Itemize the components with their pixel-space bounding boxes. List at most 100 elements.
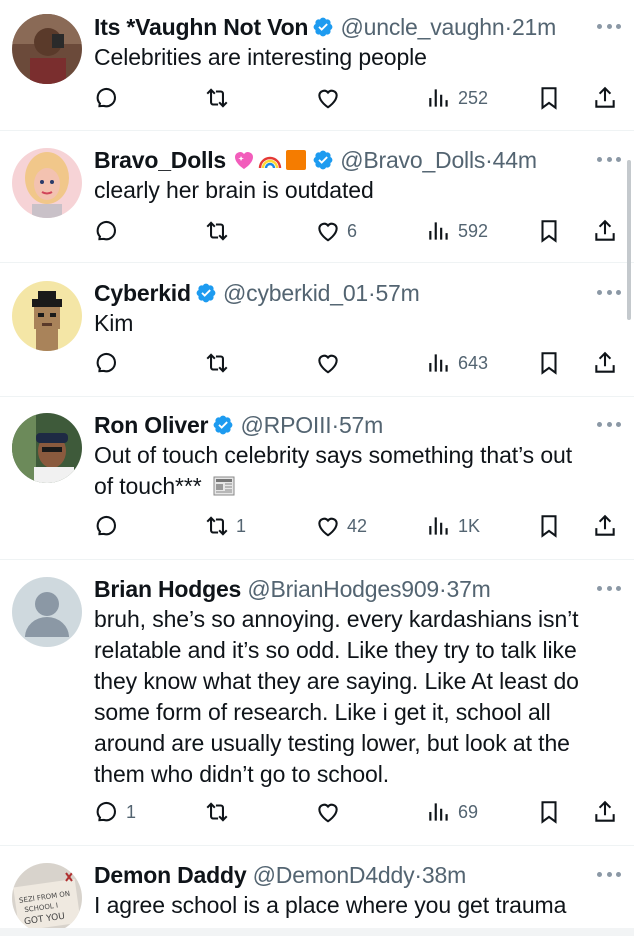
handle[interactable]: @uncle_vaughn — [340, 14, 504, 40]
tweet[interactable]: Brian Hodges @BrianHodges909·37m bruh, s… — [0, 560, 634, 846]
more-icon[interactable] — [596, 278, 622, 306]
like-icon — [318, 517, 338, 537]
handle[interactable]: @BrianHodges909 — [247, 576, 439, 602]
views-icon — [429, 89, 448, 107]
retweet-button[interactable] — [204, 216, 236, 246]
views-button[interactable]: 69 — [426, 797, 478, 827]
display-name[interactable]: Demon Daddy — [94, 862, 247, 888]
share-button[interactable] — [592, 348, 618, 378]
views-icon — [429, 222, 448, 240]
tweet-text-line: clearly her brain is outdated — [94, 177, 374, 203]
reply-button[interactable]: 1 — [94, 797, 136, 827]
display-name[interactable]: Brian Hodges — [94, 576, 241, 602]
avatar[interactable]: SEZI FROM ON SCHOOL I GOT YOU — [12, 863, 82, 933]
display-name[interactable]: Cyberkid — [94, 280, 191, 306]
like-button[interactable] — [315, 83, 347, 113]
timestamp[interactable]: 57m — [339, 412, 383, 438]
more-icon[interactable] — [596, 574, 622, 602]
retweet-count: 1 — [236, 515, 247, 536]
retweet-icon — [206, 88, 228, 108]
reply-button[interactable] — [94, 83, 126, 113]
tweet[interactable]: Its *Vaughn Not Von @uncle_vaughn·21m Ce… — [0, 0, 634, 131]
display-name[interactable]: Bravo_Dolls — [94, 147, 226, 173]
avatar[interactable] — [12, 413, 82, 483]
bookmark-icon — [541, 352, 557, 375]
retweet-button[interactable] — [204, 348, 236, 378]
share-button[interactable] — [592, 511, 618, 541]
tweet[interactable]: Bravo_Dolls @Bravo_Dolls·44m clearly her… — [0, 131, 634, 263]
retweet-button[interactable]: 1 — [204, 511, 246, 541]
next-tweet-edge — [0, 928, 634, 936]
tweet-text: Kim — [94, 308, 622, 339]
views-button[interactable]: 1K — [426, 511, 480, 541]
tweet-text-line: Celebrities are interesting people — [94, 44, 427, 70]
tweet-text-line: around are usually testing lower, but lo… — [94, 730, 570, 756]
like-icon — [318, 222, 338, 242]
like-button[interactable]: 6 — [315, 216, 357, 246]
like-button[interactable] — [315, 797, 347, 827]
handle[interactable]: @DemonD4ddy — [253, 862, 415, 888]
reply-feed: Its *Vaughn Not Von @uncle_vaughn · 21m Ce… — [0, 0, 634, 936]
views-count: 69 — [458, 801, 479, 822]
verified-badge-icon — [196, 283, 216, 303]
separator-dot: · — [331, 412, 339, 438]
handle[interactable]: @RPOIII — [241, 412, 332, 438]
bookmark-icon — [541, 515, 557, 538]
retweet-button[interactable] — [204, 797, 236, 827]
timestamp[interactable]: 38m — [422, 862, 466, 888]
views-button[interactable]: 643 — [426, 348, 488, 378]
more-icon[interactable] — [596, 12, 622, 40]
avatar[interactable] — [12, 148, 82, 218]
bookmark-icon — [541, 801, 557, 824]
tweet-text: I agree school is a place where you get … — [94, 890, 622, 921]
share-icon — [595, 351, 615, 373]
avatar[interactable] — [12, 577, 82, 647]
more-icon[interactable] — [596, 410, 622, 438]
more-icon[interactable] — [596, 860, 622, 888]
reply-button[interactable] — [94, 511, 126, 541]
timestamp[interactable]: 21m — [512, 14, 556, 40]
timestamp[interactable]: 57m — [375, 280, 419, 306]
timestamp[interactable]: 37m — [447, 576, 491, 602]
views-button[interactable]: 252 — [426, 83, 488, 113]
display-name[interactable]: Its *Vaughn Not Von — [94, 14, 308, 40]
retweet-button[interactable] — [204, 83, 236, 113]
timestamp[interactable]: 44m — [493, 147, 537, 173]
tweet-text: bruh, she’s so annoying. every kardashia… — [94, 604, 622, 790]
tweet[interactable]: Cyberkid @cyberkid_01·57m Kim 643 — [0, 263, 634, 397]
like-count: 42 — [347, 515, 368, 536]
more-icon[interactable] — [596, 145, 622, 173]
like-button[interactable]: 42 — [315, 511, 367, 541]
bookmark-button[interactable] — [536, 216, 562, 246]
bookmark-button[interactable] — [536, 348, 562, 378]
rainbow-emoji — [258, 156, 282, 169]
share-icon — [595, 514, 615, 536]
avatar[interactable] — [12, 281, 82, 351]
views-icon — [429, 517, 448, 535]
tweet-text-line: Kim — [94, 310, 134, 336]
scrollbar[interactable] — [627, 160, 631, 320]
reply-button[interactable] — [94, 216, 126, 246]
views-count: 1K — [458, 515, 481, 536]
display-name[interactable]: Ron Oliver — [94, 412, 209, 438]
share-icon — [595, 219, 615, 241]
share-button[interactable] — [592, 83, 618, 113]
separator-dot: · — [485, 147, 493, 173]
share-button[interactable] — [592, 797, 618, 827]
like-button[interactable] — [315, 348, 347, 378]
tweet[interactable]: SEZI FROM ON SCHOOL I GOT YOU Demon Daddy … — [0, 846, 634, 936]
bookmark-icon — [541, 220, 557, 243]
reply-button[interactable] — [94, 348, 126, 378]
share-button[interactable] — [592, 216, 618, 246]
tweet-text-line: them who didn’t go to school. — [94, 761, 389, 787]
like-icon — [318, 354, 338, 374]
bookmark-button[interactable] — [536, 511, 562, 541]
bookmark-button[interactable] — [536, 797, 562, 827]
retweet-icon — [206, 221, 228, 241]
tweet[interactable]: Ron Oliver @RPOIII·57m Out of touch cele… — [0, 397, 634, 560]
handle[interactable]: @Bravo_Dolls — [340, 147, 485, 173]
avatar[interactable] — [12, 14, 82, 84]
views-button[interactable]: 592 — [426, 216, 488, 246]
handle[interactable]: @cyberkid_01 — [223, 280, 368, 306]
bookmark-button[interactable] — [536, 83, 562, 113]
